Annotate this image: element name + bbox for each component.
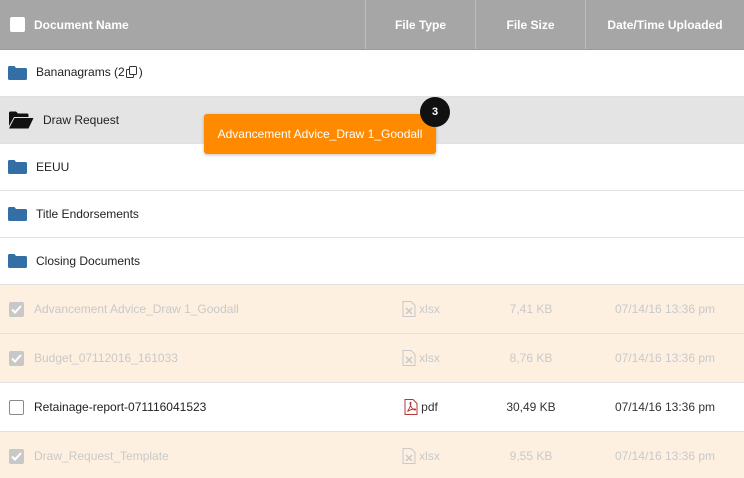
file-type-cell: xlsx: [366, 448, 476, 464]
folder-row-closing-documents[interactable]: Closing Documents: [0, 238, 744, 285]
file-name[interactable]: Budget_07112016_161033: [34, 351, 178, 365]
file-size-text: 9,55 KB: [509, 449, 553, 463]
file-size-text: 30,49 KB: [506, 400, 556, 414]
folder-name-cell: Closing Documents: [0, 254, 366, 268]
excel-file-icon: [402, 301, 416, 317]
file-name[interactable]: Draw_Request_Template: [34, 449, 169, 463]
folder-row-bananagrams[interactable]: Bananagrams (2): [0, 50, 744, 97]
file-name-cell: Budget_07112016_161033: [0, 350, 366, 366]
file-row[interactable]: Advancement Advice_Draw 1_Goodall xlsx 7…: [0, 285, 744, 334]
file-checkbox[interactable]: [9, 350, 24, 366]
file-size: 30,49 KB: [476, 400, 586, 414]
file-name[interactable]: Advancement Advice_Draw 1_Goodall: [34, 302, 239, 316]
file-checkbox[interactable]: [9, 399, 24, 415]
pdf-file-icon: [404, 399, 418, 415]
folder-name-cell: Bananagrams (2): [0, 65, 366, 81]
folder-icon: [8, 160, 27, 174]
folder-name-cell: Title Endorsements: [0, 207, 366, 221]
file-row[interactable]: Draw_Request_Template xlsx 9,55 KB 07/14…: [0, 432, 744, 478]
file-date: 07/14/16 13:36 pm: [586, 449, 744, 463]
open-folder-icon: [8, 111, 34, 129]
folder-name-suffix: ): [138, 65, 143, 79]
file-date-text: 07/14/16 13:36 pm: [614, 302, 716, 316]
header-date-uploaded[interactable]: Date/Time Uploaded: [586, 0, 744, 49]
file-type-cell: xlsx: [366, 301, 476, 317]
file-checkbox[interactable]: [9, 301, 24, 317]
folder-icon: [8, 66, 27, 80]
folder-name-cell: EEUU: [0, 160, 366, 174]
file-row[interactable]: Budget_07112016_161033 xlsx 8,76 KB 07/1…: [0, 334, 744, 383]
table-header: Document Name File Type File Size Date/T…: [0, 0, 744, 50]
header-file-size[interactable]: File Size: [476, 0, 586, 49]
select-all-checkbox[interactable]: [10, 17, 25, 32]
file-size-text: 8,76 KB: [509, 351, 553, 365]
file-size: 9,55 KB: [476, 449, 586, 463]
file-size-text: 7,41 KB: [509, 302, 553, 316]
file-name-cell: Draw_Request_Template: [0, 448, 366, 464]
folder-name: Title Endorsements: [36, 207, 139, 221]
drag-preview: Advancement Advice_Draw 1_Goodall: [204, 114, 436, 154]
file-checkbox[interactable]: [9, 448, 24, 464]
file-type: xlsx: [419, 302, 440, 316]
folder-row-title-endorsements[interactable]: Title Endorsements: [0, 191, 744, 238]
file-date: 07/14/16 13:36 pm: [586, 302, 744, 316]
excel-file-icon: [402, 350, 416, 366]
folder-name-prefix: Bananagrams (2: [36, 65, 125, 79]
file-type: xlsx: [419, 449, 440, 463]
header-document-name-label: Document Name: [34, 17, 129, 32]
file-size: 8,76 KB: [476, 351, 586, 365]
file-type: xlsx: [419, 351, 440, 365]
excel-file-icon: [402, 448, 416, 464]
shared-copy-icon: [125, 66, 138, 81]
file-date: 07/14/16 13:36 pm: [586, 351, 744, 365]
file-type-cell: xlsx: [366, 350, 476, 366]
file-row[interactable]: Retainage-report-071116041523 pdf 30,49 …: [0, 383, 744, 432]
folder-icon: [8, 254, 27, 268]
folder-icon: [8, 207, 27, 221]
folder-name: EEUU: [36, 160, 70, 174]
file-name-cell: Retainage-report-071116041523: [0, 399, 366, 415]
header-document-name[interactable]: Document Name: [0, 0, 366, 49]
file-date-text: 07/14/16 13:36 pm: [614, 449, 716, 463]
file-date-text: 07/14/16 13:36 pm: [614, 351, 716, 365]
file-date-text: 07/14/16 13:36 pm: [614, 400, 716, 414]
folder-name: Bananagrams (2): [36, 65, 143, 81]
file-date: 07/14/16 13:36 pm: [586, 400, 744, 414]
file-name-cell: Advancement Advice_Draw 1_Goodall: [0, 301, 366, 317]
file-name[interactable]: Retainage-report-071116041523: [34, 400, 206, 414]
document-table: Document Name File Type File Size Date/T…: [0, 0, 744, 478]
file-type-cell: pdf: [366, 399, 476, 415]
header-file-type[interactable]: File Type: [366, 0, 476, 49]
file-size: 7,41 KB: [476, 302, 586, 316]
folder-name: Draw Request: [43, 113, 120, 127]
drag-count-badge: 3: [420, 97, 450, 127]
file-type: pdf: [421, 400, 438, 414]
folder-name: Closing Documents: [36, 254, 141, 268]
